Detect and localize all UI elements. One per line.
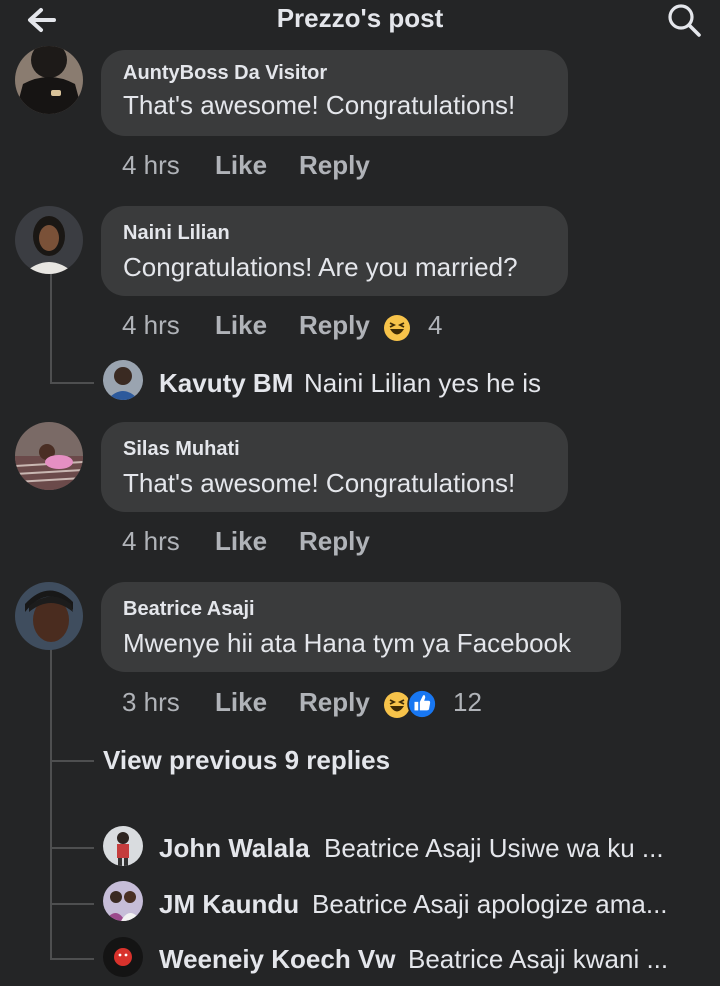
reply-text: Beatrice Asaji Usiwe wa ku ... bbox=[324, 833, 664, 863]
page-title: Prezzo's post bbox=[276, 3, 444, 33]
avatar[interactable] bbox=[15, 582, 83, 650]
avatar[interactable] bbox=[103, 826, 143, 866]
reply-button[interactable]: Reply bbox=[299, 310, 370, 341]
reaction-count[interactable]: 4 bbox=[428, 310, 442, 341]
comment-bubble[interactable]: Beatrice Asaji Mwenye hii ata Hana tym y… bbox=[101, 582, 621, 672]
like-button[interactable]: Like bbox=[215, 687, 267, 718]
thread-line bbox=[50, 272, 52, 384]
comment-text: Mwenye hii ata Hana tym ya Facebook bbox=[123, 628, 571, 658]
comment-time: 3 hrs bbox=[122, 687, 180, 717]
comment-text: That's awesome! Congratulations! bbox=[123, 90, 516, 120]
avatar[interactable] bbox=[103, 881, 143, 921]
avatar[interactable] bbox=[15, 46, 83, 114]
view-previous-replies[interactable]: View previous 9 replies bbox=[103, 745, 390, 776]
comment-bubble[interactable]: Silas Muhati That's awesome! Congratulat… bbox=[101, 422, 568, 512]
haha-icon bbox=[384, 315, 410, 341]
thumbs-up-icon bbox=[407, 689, 437, 719]
avatar[interactable] bbox=[15, 206, 83, 274]
comment-time: 4 hrs bbox=[122, 150, 180, 180]
thread-line bbox=[50, 958, 94, 960]
comment-actions: 4 hrs Like Reply bbox=[122, 146, 422, 186]
reply-button[interactable]: Reply bbox=[299, 687, 370, 718]
comment-author[interactable]: Naini Lilian bbox=[123, 222, 230, 245]
thread-line bbox=[50, 903, 94, 905]
comment-author[interactable]: AuntyBoss Da Visitor bbox=[123, 62, 327, 85]
search-button[interactable] bbox=[664, 0, 704, 40]
like-button[interactable]: Like bbox=[215, 150, 267, 181]
comment-time: 4 hrs bbox=[122, 526, 180, 556]
avatar[interactable] bbox=[15, 422, 83, 490]
reply-author[interactable]: JM Kaundu bbox=[159, 889, 299, 920]
like-button[interactable]: Like bbox=[215, 310, 267, 341]
comment-author[interactable]: Beatrice Asaji bbox=[123, 598, 255, 621]
reply-author[interactable]: Kavuty BM bbox=[159, 368, 293, 399]
reply-text: Beatrice Asaji kwani ... bbox=[408, 944, 669, 974]
thread-line bbox=[50, 648, 52, 960]
reaction-count[interactable]: 12 bbox=[453, 687, 482, 718]
like-button[interactable]: Like bbox=[215, 526, 267, 557]
comment-actions: 4 hrs Like Reply bbox=[122, 522, 422, 562]
comment-bubble[interactable]: Naini Lilian Congratulations! Are you ma… bbox=[101, 206, 568, 296]
comment-actions: 3 hrs Like Reply 12 bbox=[122, 683, 502, 723]
reply-button[interactable]: Reply bbox=[299, 526, 370, 557]
reply-author[interactable]: Weeneiy Koech Vw bbox=[159, 944, 396, 975]
avatar[interactable] bbox=[103, 360, 143, 400]
thread-line bbox=[50, 760, 94, 762]
comment-text: That's awesome! Congratulations! bbox=[123, 468, 516, 498]
comment-author[interactable]: Silas Muhati bbox=[123, 438, 240, 461]
reply-button[interactable]: Reply bbox=[299, 150, 370, 181]
search-icon bbox=[668, 4, 701, 37]
thread-line bbox=[50, 382, 94, 384]
reply-author[interactable]: John Walala bbox=[159, 833, 310, 864]
comment-bubble[interactable]: AuntyBoss Da Visitor That's awesome! Con… bbox=[101, 50, 568, 136]
top-bar: Prezzo's post bbox=[0, 0, 720, 40]
comment-text: Congratulations! Are you married? bbox=[123, 252, 518, 282]
comment-time: 4 hrs bbox=[122, 310, 180, 340]
avatar[interactable] bbox=[103, 937, 143, 977]
comment-actions: 4 hrs Like Reply 4 bbox=[122, 306, 482, 346]
reply-text: Beatrice Asaji apologize ama... bbox=[312, 889, 668, 919]
reply-text: Naini Lilian yes he is bbox=[304, 368, 542, 398]
thread-line bbox=[50, 847, 94, 849]
